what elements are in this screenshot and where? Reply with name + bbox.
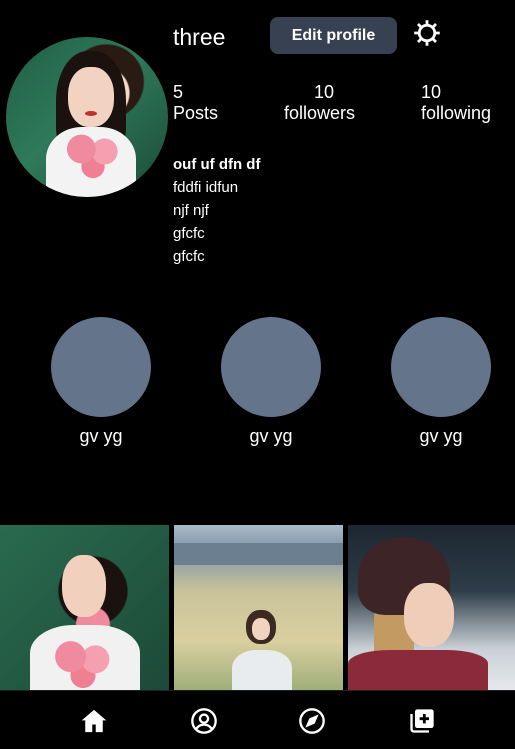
bio-line: njf njf: [173, 202, 209, 219]
bio-line: gfcfc: [173, 248, 205, 265]
highlight-circle: [391, 317, 491, 417]
profile-avatar[interactable]: [6, 37, 168, 197]
stat-following[interactable]: 10 following: [421, 82, 491, 124]
compass-icon[interactable]: [298, 707, 326, 735]
profile-bio: ouf uf dfn df fddfi idfun njf njf gfcfc …: [173, 153, 260, 268]
highlight-label: gv yg: [419, 426, 463, 446]
posts-label: Posts: [173, 103, 219, 123]
profile-icon[interactable]: [190, 707, 218, 735]
posts-count: 5: [173, 82, 184, 102]
story-highlight[interactable]: gv yg: [221, 317, 321, 447]
highlight-label: gv yg: [79, 426, 123, 446]
post-thumbnail[interactable]: [174, 525, 343, 690]
edit-profile-button[interactable]: Edit profile: [270, 17, 397, 54]
story-highlight[interactable]: gv yg: [391, 317, 491, 447]
home-icon[interactable]: [80, 707, 108, 735]
bio-line: gfcfc: [173, 225, 205, 242]
add-post-icon[interactable]: [408, 707, 436, 735]
bottom-nav: [0, 690, 515, 749]
bio-name: ouf uf dfn df: [173, 156, 261, 173]
followers-label: followers: [284, 103, 356, 123]
gear-icon[interactable]: [412, 18, 442, 48]
followers-count: 10: [314, 82, 335, 102]
following-label: following: [421, 103, 492, 123]
post-thumbnail[interactable]: [0, 525, 169, 690]
bio-line: fddfi idfun: [173, 179, 239, 196]
stat-followers[interactable]: 10 followers: [284, 82, 355, 124]
post-thumbnail[interactable]: [348, 525, 515, 690]
story-highlight[interactable]: gv yg: [51, 317, 151, 447]
highlight-label: gv yg: [249, 426, 293, 446]
highlight-circle: [221, 317, 321, 417]
following-count: 10: [421, 82, 442, 102]
highlight-circle: [51, 317, 151, 417]
stat-posts[interactable]: 5 Posts: [173, 82, 218, 124]
profile-username: three: [173, 24, 226, 50]
